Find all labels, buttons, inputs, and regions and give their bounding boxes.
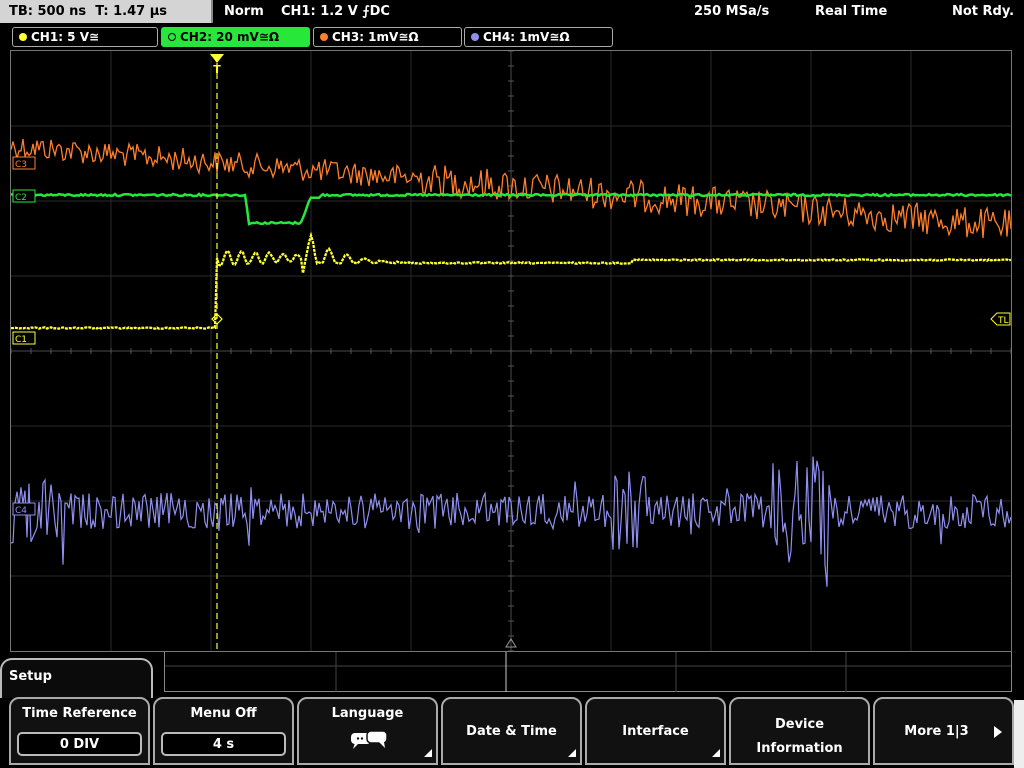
menu-scroll-edge (1014, 700, 1024, 768)
speech-bubble-icon (351, 730, 388, 749)
trigger-mode[interactable]: Norm (224, 0, 264, 25)
device-information-label-line2: Information (756, 741, 843, 756)
trigger-setting[interactable]: CH1: 1.2 V ⨍DC (281, 0, 390, 25)
ch3-tab-label: CH3: 1mV≅Ω (332, 30, 419, 44)
device-information-label-line1: Device (774, 717, 825, 732)
timebase-value: TB: 500 ns (9, 4, 87, 19)
language-label: Language (331, 706, 404, 721)
more-label: More 1|3 (904, 724, 969, 739)
sample-rate: 250 MSa/s (694, 4, 770, 19)
trigger-time-value: T: 1.47 µs (95, 4, 168, 19)
next-page-arrow-icon (994, 726, 1002, 738)
interface-softkey[interactable]: Interface (585, 697, 726, 765)
submenu-indicator-icon (712, 749, 720, 757)
ready-state: Not Rdy. (952, 4, 1015, 19)
trigger-level-label: TL (997, 316, 1009, 326)
ch1-color-dot (19, 33, 27, 41)
waveform-display[interactable]: T C3 C2 C1 C4 TL (10, 50, 1012, 652)
language-softkey[interactable]: Language (297, 697, 438, 765)
ch4-color-dot (471, 33, 479, 41)
channel-tab-ch3[interactable]: CH3: 1mV≅Ω (313, 27, 462, 47)
trigger-level-marker[interactable]: TL (990, 312, 1011, 326)
ch2-color-dot (168, 33, 176, 41)
zoom-overview-strip (164, 652, 1012, 692)
graticule-grid (11, 51, 1011, 651)
ch1-offset-marker[interactable]: C1 (12, 331, 36, 345)
status-bar: TB: 500 ns T: 1.47 µs Norm CH1: 1.2 V ⨍D… (0, 0, 1024, 25)
submenu-indicator-icon (424, 749, 432, 757)
date-time-label: Date & Time (466, 724, 557, 739)
acquisition-mode: Real Time (815, 4, 888, 19)
time-reference-softkey[interactable]: Time Reference 0 DIV (9, 697, 150, 765)
more-softkey[interactable]: More 1|3 (873, 697, 1014, 765)
device-information-softkey[interactable]: Device Information (729, 697, 870, 765)
ch3-offset-marker[interactable]: C3 (12, 156, 36, 170)
timebase-readout[interactable]: TB: 500 ns T: 1.47 µs (0, 0, 213, 23)
date-time-softkey[interactable]: Date & Time (441, 697, 582, 765)
channel-tabs: CH1: 5 V≅ CH2: 20 mV≅Ω CH3: 1mV≅Ω CH4: 1… (0, 25, 1024, 49)
trigger-pos-label: T (213, 63, 221, 76)
ch3-color-dot (320, 33, 328, 41)
ch2-marker-label: C2 (15, 193, 27, 203)
menu-title-tab: Setup (0, 658, 153, 698)
interface-label: Interface (622, 724, 689, 739)
ch1-tab-label: CH1: 5 V≅ (31, 30, 100, 44)
waveform-canvas: T C3 C2 C1 C4 TL (11, 51, 1011, 651)
channel-tab-ch4[interactable]: CH4: 1mV≅Ω (464, 27, 613, 47)
submenu-indicator-icon (568, 749, 576, 757)
ch2-tab-label: CH2: 20 mV≅Ω (180, 30, 280, 44)
menu-off-softkey[interactable]: Menu Off 4 s (153, 697, 294, 765)
time-reference-value: 0 DIV (17, 732, 142, 756)
ch4-marker-label: C4 (15, 506, 27, 516)
trigger-position-marker[interactable]: T (210, 54, 224, 76)
ch2-offset-marker[interactable]: C2 (12, 189, 36, 203)
menu-off-value: 4 s (161, 732, 286, 756)
menu-off-label: Menu Off (190, 706, 257, 721)
channel-tab-ch1[interactable]: CH1: 5 V≅ (12, 27, 158, 47)
menu-title: Setup (9, 669, 52, 684)
channel-tab-ch2[interactable]: CH2: 20 mV≅Ω (161, 27, 310, 47)
ch1-marker-label: C1 (15, 335, 27, 345)
ch4-tab-label: CH4: 1mV≅Ω (483, 30, 570, 44)
time-reference-label: Time Reference (22, 706, 137, 721)
ch3-marker-label: C3 (15, 160, 27, 170)
ch4-offset-marker[interactable]: C4 (12, 502, 36, 516)
overview-grid (165, 652, 1011, 692)
